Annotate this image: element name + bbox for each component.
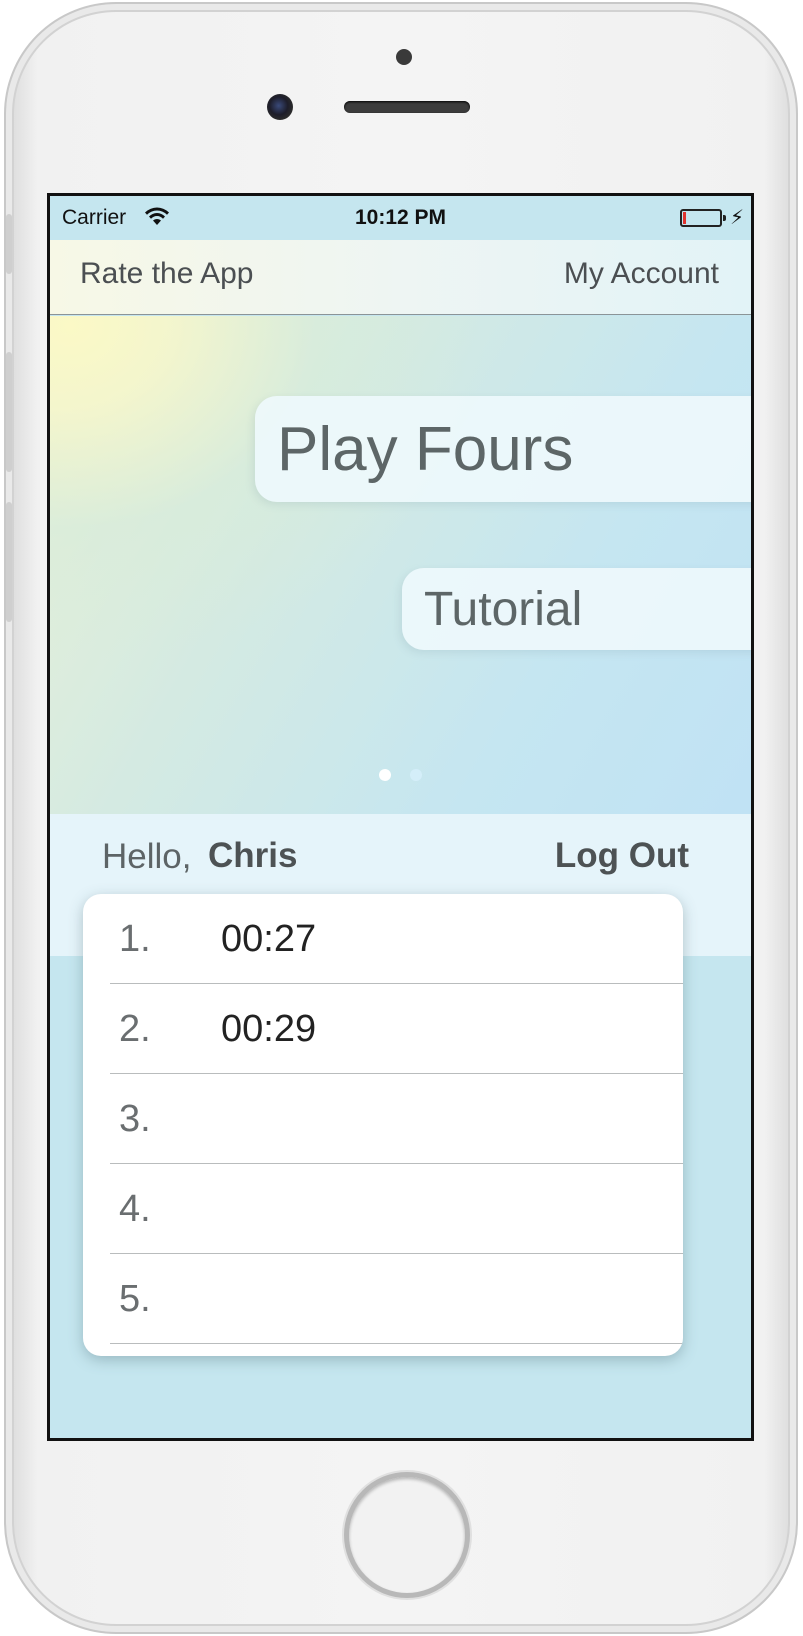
home-button[interactable] xyxy=(344,1472,470,1598)
page-dot-1[interactable] xyxy=(379,769,392,781)
log-out-button[interactable]: Log Out xyxy=(555,836,689,876)
volume-down-button xyxy=(6,502,12,622)
proximity-sensor xyxy=(396,49,412,65)
my-account-button[interactable]: My Account xyxy=(564,257,719,291)
tutorial-button[interactable]: Tutorial xyxy=(402,568,751,650)
username: Chris xyxy=(208,836,298,875)
score-time: 00:27 xyxy=(221,918,317,960)
charging-bolt-icon: ⚡ xyxy=(730,207,745,229)
earpiece-speaker xyxy=(344,101,470,113)
score-rank: 1. xyxy=(119,918,151,960)
mute-switch xyxy=(6,214,12,274)
score-rank: 4. xyxy=(119,1188,151,1230)
front-camera xyxy=(267,94,293,120)
navigation-bar: Rate the App My Account xyxy=(50,240,751,315)
page-dot-2[interactable] xyxy=(409,769,422,781)
score-rank: 2. xyxy=(119,1008,151,1050)
score-time: 00:29 xyxy=(221,1008,317,1050)
page-indicator[interactable] xyxy=(50,768,751,786)
score-row: 2. 00:29 xyxy=(110,984,683,1074)
greeting-text: Hello, xyxy=(102,837,192,876)
best-times-list: 1. 00:27 2. 00:29 3. 4. 5. xyxy=(83,894,683,1356)
score-rank: 3. xyxy=(119,1098,151,1140)
status-bar: Carrier 10:12 PM ⚡ xyxy=(50,196,751,240)
score-rank: 5. xyxy=(119,1278,151,1320)
score-row: 4. xyxy=(110,1164,683,1254)
battery-low-icon xyxy=(680,209,726,227)
rate-app-button[interactable]: Rate the App xyxy=(80,257,253,291)
clock: 10:12 PM xyxy=(354,206,447,229)
play-fours-button[interactable]: Play Fours xyxy=(255,396,751,502)
volume-up-button xyxy=(6,352,12,472)
app-screen: Carrier 10:12 PM ⚡ Rate the App My Accou… xyxy=(47,193,754,1441)
score-row: 3. xyxy=(110,1074,683,1164)
menu-carousel[interactable]: Play Fours Tutorial xyxy=(50,316,751,814)
score-row: 1. 00:27 xyxy=(110,894,683,984)
score-row: 5. xyxy=(110,1254,683,1344)
